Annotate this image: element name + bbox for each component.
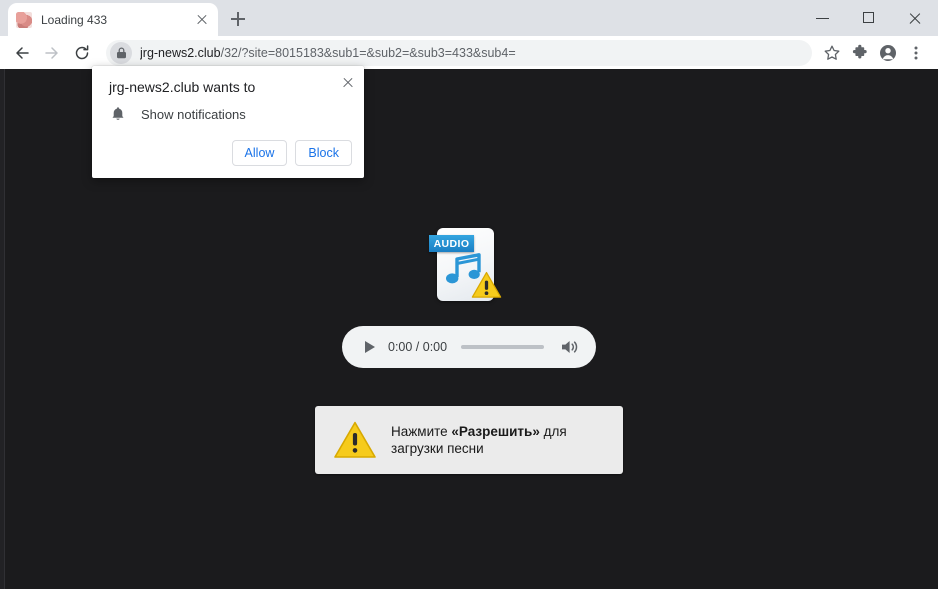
tab-strip: Loading 433 xyxy=(0,0,938,36)
play-button-icon[interactable] xyxy=(358,336,380,358)
audio-badge-label: AUDIO xyxy=(433,237,470,250)
forward-icon[interactable] xyxy=(38,39,66,67)
bell-icon xyxy=(109,105,127,123)
allow-button[interactable]: Allow xyxy=(231,140,288,166)
audio-player[interactable]: 0:00 / 0:00 xyxy=(342,326,596,368)
dialog-actions: Allow Block xyxy=(224,140,352,166)
browser-menu-icon[interactable] xyxy=(902,39,930,67)
browser-window: Loading 433 jrg-news2.club/32/?site=8015… xyxy=(0,0,938,589)
warning-triangle-icon xyxy=(471,271,502,298)
audio-badge: AUDIO xyxy=(429,235,474,252)
tab-title: Loading 433 xyxy=(41,12,108,27)
new-tab-button[interactable] xyxy=(224,5,252,33)
reload-icon[interactable] xyxy=(68,39,96,67)
toolbar-right-actions xyxy=(818,39,930,67)
minimize-window-icon[interactable] xyxy=(800,2,846,34)
audio-progress-slider[interactable] xyxy=(461,345,544,349)
back-icon[interactable] xyxy=(8,39,36,67)
bookmark-star-icon[interactable] xyxy=(818,39,846,67)
close-dialog-icon[interactable] xyxy=(338,72,358,92)
audio-time-display: 0:00 / 0:00 xyxy=(388,340,448,354)
profile-avatar-icon[interactable] xyxy=(874,39,902,67)
instruction-line1-prefix: Нажмите xyxy=(391,424,452,439)
instruction-text: Нажмите «Разрешить» для загрузки песни xyxy=(391,423,579,457)
volume-icon[interactable] xyxy=(558,336,580,358)
notification-permission-dialog: jrg-news2.club wants to Show notificatio… xyxy=(92,66,364,178)
warning-triangle-icon xyxy=(334,421,376,458)
instruction-banner: Нажмите «Разрешить» для загрузки песни xyxy=(315,406,623,474)
address-bar[interactable]: jrg-news2.club/32/?site=8015183&sub1=&su… xyxy=(106,39,812,66)
browser-tab[interactable]: Loading 433 xyxy=(8,3,218,36)
instruction-line1-bold: «Разрешить» xyxy=(451,424,540,439)
close-tab-icon[interactable] xyxy=(194,12,210,28)
url-text: jrg-news2.club/32/?site=8015183&sub1=&su… xyxy=(140,46,516,60)
window-controls xyxy=(800,0,938,36)
instruction-line2: загрузки песни xyxy=(391,441,484,456)
lock-icon[interactable] xyxy=(110,41,132,64)
url-host: jrg-news2.club xyxy=(140,45,221,60)
block-button[interactable]: Block xyxy=(295,140,352,166)
permission-row: Show notifications xyxy=(109,105,246,123)
close-window-icon[interactable] xyxy=(892,2,938,34)
permission-label: Show notifications xyxy=(141,106,246,122)
extensions-puzzle-icon[interactable] xyxy=(846,39,874,67)
broken-audio-file-icon: AUDIO xyxy=(429,225,502,303)
maximize-window-icon[interactable] xyxy=(846,2,892,34)
url-path: /32/?site=8015183&sub1=&sub2=&sub3=433&s… xyxy=(220,45,516,60)
page-left-edge-strip xyxy=(0,69,5,589)
browser-toolbar: jrg-news2.club/32/?site=8015183&sub1=&su… xyxy=(0,36,938,69)
site-favicon xyxy=(16,11,32,28)
dialog-title: jrg-news2.club wants to xyxy=(109,79,256,95)
instruction-line1-suffix: для xyxy=(539,424,567,439)
